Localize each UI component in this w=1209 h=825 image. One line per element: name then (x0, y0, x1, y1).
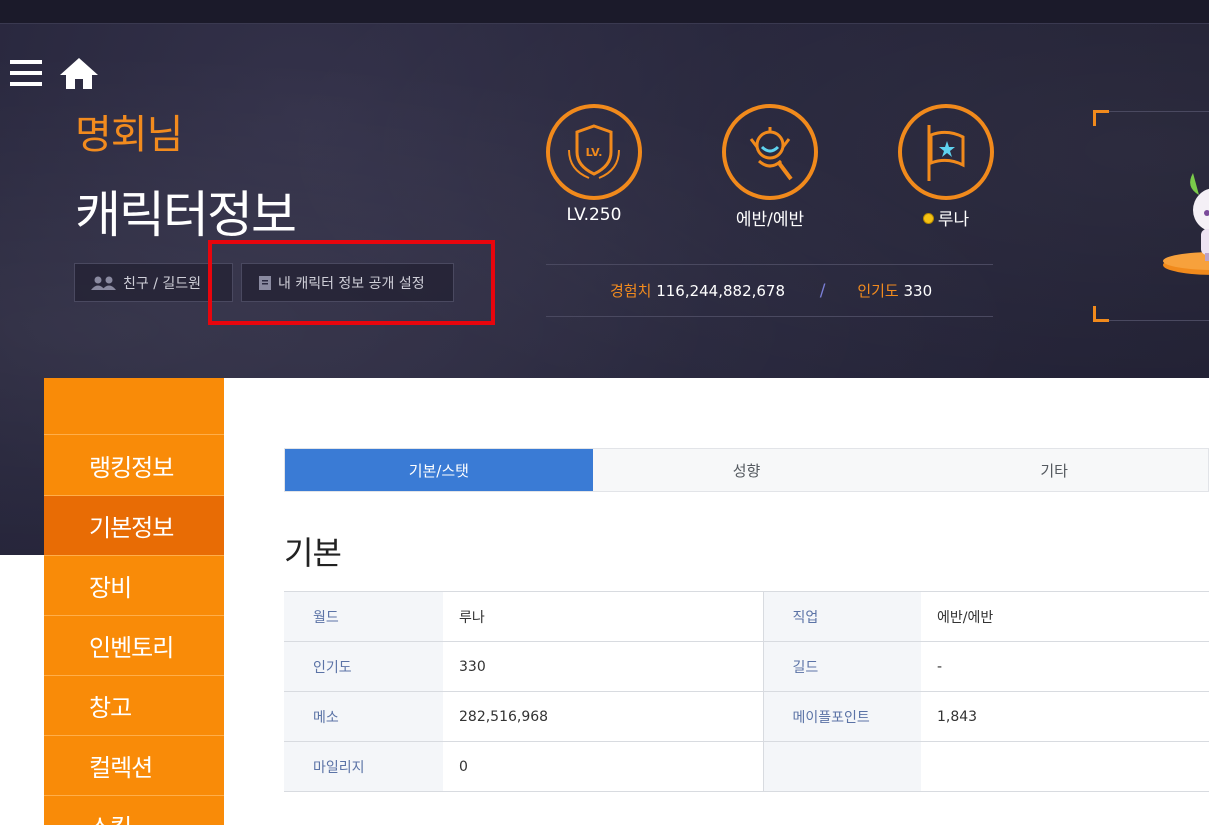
world-name: 루나 (937, 210, 970, 230)
level-badge: LV. (546, 104, 642, 200)
job-value-cell: 에반/에반 (921, 591, 1209, 642)
sidebar-item-ranking[interactable]: 랭킹정보 (44, 434, 224, 496)
sidebar-item-label: 창고 (89, 694, 132, 722)
world-badge (898, 104, 994, 200)
divider (546, 264, 993, 265)
guild-value-cell: - (921, 641, 1209, 692)
job-value: 에반/에반 (735, 210, 805, 230)
world-value: 루나 (876, 205, 1016, 230)
empty-value-cell (921, 741, 1209, 792)
sidebar-item-storage[interactable]: 창고 (44, 676, 224, 736)
mileage-key: 마일리지 (284, 741, 443, 792)
divider (546, 316, 993, 317)
character-avatar-frame (1093, 110, 1209, 322)
world-value-cell: 루나 (443, 591, 763, 642)
table-row: 마일리지 0 (284, 741, 1209, 792)
maple-point-key: 메이플포인트 (762, 691, 921, 742)
menu-icon[interactable] (10, 60, 42, 86)
exp-popularity-row: 경험치 116,244,882,678 / 인기도 330 (610, 280, 932, 301)
character-avatar (1163, 173, 1209, 275)
mileage-value-cell: 0 (443, 741, 763, 792)
job-key: 직업 (762, 591, 921, 642)
frame-edge (1109, 320, 1209, 321)
sidebar-item-label: 랭킹정보 (89, 453, 174, 482)
frame-edge (1109, 111, 1209, 112)
exp-label: 경험치 (610, 282, 652, 300)
separator-slash: / (819, 281, 826, 301)
frame-corner (1093, 306, 1109, 322)
tab-other[interactable]: 기타 (900, 449, 1208, 491)
level-shield-icon: LV. (568, 124, 620, 179)
sidebar-item-basic-info[interactable]: 기본정보 (44, 496, 224, 556)
popularity-key: 인기도 (284, 641, 443, 692)
sidebar: 랭킹정보 기본정보 장비 인벤토리 창고 컬렉션 스킬 (44, 378, 224, 825)
coin-icon (922, 213, 934, 224)
frame-corner (1093, 110, 1109, 126)
table-row: 인기도 330 길드 - (284, 641, 1209, 692)
svg-text:LV.: LV. (586, 146, 603, 159)
exp-value: 116,244,882,678 (656, 282, 786, 300)
friends-icon (91, 276, 116, 290)
sidebar-item-label: 장비 (89, 574, 132, 602)
sidebar-item-inventory[interactable]: 인벤토리 (44, 616, 224, 676)
highlight-annotation (208, 240, 495, 325)
popularity-value: 330 (903, 282, 933, 300)
sidebar-item-equipment[interactable]: 장비 (44, 556, 224, 616)
section-title: 기본 (284, 534, 342, 572)
meso-value-cell: 282,516,968 (443, 691, 763, 742)
top-bar (0, 0, 1209, 24)
level-value: LV.250 (566, 205, 622, 225)
tab-basic-stats[interactable]: 기본/스탯 (285, 449, 593, 491)
world-key: 월드 (284, 591, 443, 642)
sidebar-item-collection[interactable]: 컬렉션 (44, 736, 224, 796)
sidebar-item-skill[interactable]: 스킬 (44, 796, 224, 825)
table-row: 메소 282,516,968 메이플포인트 1,843 (284, 691, 1209, 742)
info-tabs: 기본/스탯 성향 기타 (284, 448, 1209, 492)
empty-key (762, 741, 921, 792)
sidebar-item-label: 스킬 (89, 808, 132, 825)
world-flag-icon (927, 125, 965, 181)
sidebar-item-label: 인벤토리 (89, 634, 174, 662)
basic-info-table: 월드 루나 직업 에반/에반 인기도 330 길드 - 메소 282,516,9… (284, 591, 1209, 792)
table-row: 월드 루나 직업 에반/에반 (284, 591, 1209, 642)
maple-point-value-cell: 1,843 (921, 691, 1209, 742)
sidebar-item-label: 기본정보 (89, 514, 174, 542)
page-title: 캐릭터정보 (75, 186, 297, 244)
popularity-value-cell: 330 (443, 641, 763, 692)
sidebar-item-label: 컬렉션 (89, 754, 153, 782)
home-icon[interactable] (58, 56, 100, 90)
tab-disposition[interactable]: 성향 (593, 449, 901, 491)
popularity-label: 인기도 (857, 282, 899, 300)
guild-key: 길드 (762, 641, 921, 692)
friend-guild-label: 친구 / 길드원 (123, 275, 202, 292)
job-badge (722, 104, 818, 200)
character-name: 명회님 (75, 112, 183, 158)
meso-key: 메소 (284, 691, 443, 742)
job-emblem-icon (749, 127, 793, 181)
